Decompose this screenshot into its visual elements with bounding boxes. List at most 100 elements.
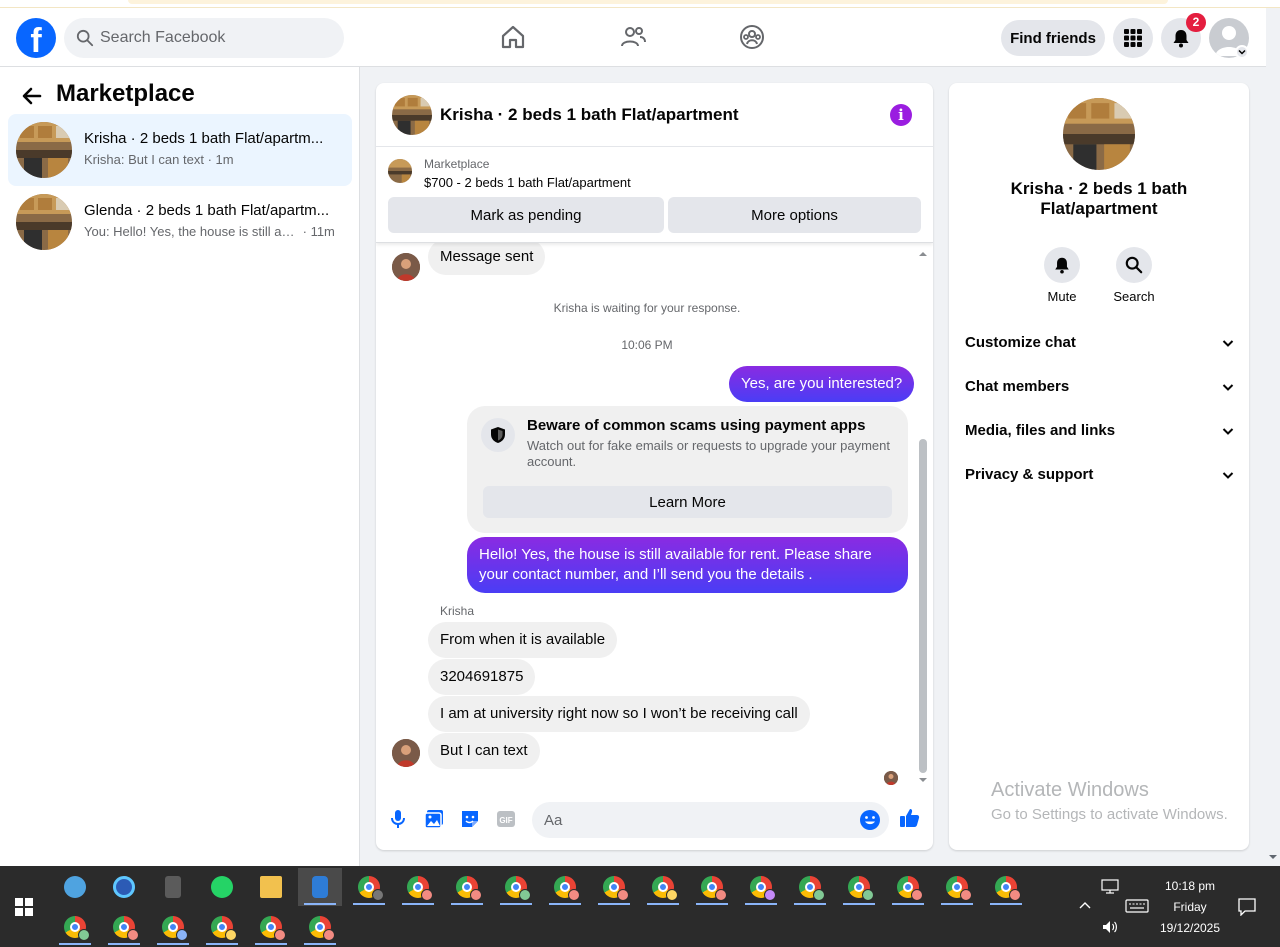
system-clock[interactable]: 10:18 pm Friday 19/12/2025 (1150, 876, 1230, 939)
chevron-up-icon[interactable] (1078, 900, 1092, 910)
taskbar-app-file-explorer[interactable] (249, 868, 293, 906)
taskbar-chrome-window[interactable] (249, 908, 293, 946)
scrollbar-thumb[interactable] (919, 439, 927, 773)
chrome-icon (750, 876, 776, 901)
taskbar-chrome-window[interactable] (200, 908, 244, 946)
scam-warning-body: Watch out for fake emails or requests to… (527, 438, 890, 469)
message-scrollbar[interactable] (917, 249, 929, 782)
search-in-chat-button[interactable]: Search (1099, 247, 1169, 304)
sticker-icon[interactable] (458, 807, 482, 831)
taskbar-app-chrome[interactable] (102, 868, 146, 906)
chrome-icon (652, 876, 678, 901)
photo-icon[interactable] (422, 807, 446, 831)
privacy-support-row[interactable]: Privacy & support (965, 464, 1235, 488)
app-circle-icon (113, 876, 135, 898)
listing-price-title[interactable]: $700 - 2 beds 1 bath Flat/apartment (424, 175, 631, 190)
network-icon[interactable] (1101, 879, 1119, 895)
waiting-notice: Krisha is waiting for your response. (553, 301, 741, 315)
taskbar-chrome-window[interactable] (543, 868, 587, 906)
chrome-icon (701, 876, 727, 901)
chevron-down-icon (1222, 472, 1234, 479)
search-facebook-box[interactable] (64, 18, 344, 58)
conversation-item-krisha[interactable]: Krisha · 2 beds 1 bath Flat/apartm... Kr… (8, 114, 352, 186)
taskbar-chrome-window[interactable] (788, 868, 832, 906)
search-input[interactable] (100, 18, 330, 58)
taskbar-chrome-window[interactable] (739, 868, 783, 906)
taskbar-chrome-window[interactable] (298, 908, 342, 946)
friends-icon[interactable] (619, 23, 647, 51)
page-title: Marketplace (56, 80, 195, 107)
emoji-icon[interactable] (859, 809, 881, 831)
taskbar-chrome-window[interactable] (886, 868, 930, 906)
chat-members-row[interactable]: Chat members (965, 376, 1235, 400)
taskbar-chrome-window[interactable] (690, 868, 734, 906)
microphone-icon[interactable] (386, 807, 410, 831)
media-files-links-row[interactable]: Media, files and links (965, 420, 1235, 444)
incoming-message: 3204691875 (428, 659, 536, 695)
taskbar-chrome-window[interactable] (641, 868, 685, 906)
back-arrow-icon[interactable] (20, 84, 44, 108)
read-receipt-avatar (884, 771, 898, 785)
taskbar-chrome-window[interactable] (396, 868, 440, 906)
page-scrollbar[interactable] (1266, 8, 1280, 866)
chevron-down-icon (1222, 340, 1234, 347)
search-icon (76, 29, 94, 47)
taskbar-chrome-window[interactable] (935, 868, 979, 906)
keyboard-icon[interactable] (1125, 899, 1149, 913)
chrome-icon (309, 916, 335, 941)
more-options-button[interactable]: More options (668, 197, 921, 233)
account-chevron-icon[interactable] (1235, 45, 1249, 59)
message-composer: GIF (376, 790, 933, 850)
taskbar-chrome-window[interactable] (494, 868, 538, 906)
taskbar-chrome-window[interactable] (592, 868, 636, 906)
speaker-icon[interactable] (1101, 919, 1119, 935)
taskbar-app-calculator[interactable] (151, 868, 195, 906)
menu-button[interactable] (1113, 18, 1153, 58)
notification-badge: 2 (1186, 13, 1206, 32)
taskbar-chrome-window[interactable] (102, 908, 146, 946)
chrome-icon (995, 876, 1021, 901)
mute-label: Mute (1047, 289, 1077, 304)
mark-as-pending-button[interactable]: Mark as pending (388, 197, 664, 233)
chrome-icon (505, 876, 531, 901)
taskbar-chrome-window[interactable] (445, 868, 489, 906)
learn-more-button[interactable]: Learn More (483, 486, 892, 518)
info-icon[interactable]: i (890, 104, 912, 126)
find-friends-button[interactable]: Find friends (1001, 20, 1105, 56)
chat-listing-thumbnail[interactable] (392, 95, 432, 135)
taskbar-chrome-window[interactable] (53, 908, 97, 946)
chrome-icon (64, 916, 90, 941)
chrome-icon (848, 876, 874, 901)
chat-panel: Krisha · 2 beds 1 bath Flat/apartment i … (376, 83, 933, 850)
taskbar-chrome-window[interactable] (837, 868, 881, 906)
gif-icon[interactable]: GIF (494, 807, 518, 831)
chrome-icon (897, 876, 923, 901)
taskbar-app-cortana[interactable] (53, 868, 97, 906)
taskbar-app-whatsapp[interactable] (200, 868, 244, 906)
chevron-down-icon (1222, 428, 1234, 435)
mute-button[interactable]: Mute (1027, 247, 1097, 304)
conversation-item-glenda[interactable]: Glenda · 2 beds 1 bath Flat/apartm... Yo… (8, 186, 352, 258)
like-thumb-icon[interactable] (898, 806, 922, 830)
customize-chat-row[interactable]: Customize chat (965, 332, 1235, 356)
chat-title[interactable]: Krisha · 2 beds 1 bath Flat/apartment (440, 105, 739, 125)
message-input[interactable] (544, 802, 844, 838)
section-label: Privacy & support (965, 466, 1094, 483)
action-center-icon[interactable] (1238, 898, 1256, 916)
details-title: Krisha · 2 beds 1 bath Flat/apartment (1010, 179, 1188, 218)
taskbar-chrome-window[interactable] (151, 908, 195, 946)
bell-icon (1055, 257, 1069, 274)
windows-start-icon[interactable] (15, 898, 33, 916)
taskbar-chrome-window[interactable] (984, 868, 1028, 906)
message-input-box[interactable] (532, 802, 889, 838)
details-listing-image[interactable] (1063, 98, 1135, 170)
message-timestamp: 10:06 PM (621, 338, 673, 352)
groups-icon[interactable] (738, 23, 766, 51)
taskbar-app-snipping[interactable] (298, 868, 342, 906)
taskbar-chrome-window[interactable] (347, 868, 391, 906)
listing-thumbnail (16, 122, 72, 178)
home-icon[interactable] (499, 23, 527, 51)
listing-thumbnail (16, 194, 72, 250)
facebook-logo-icon[interactable]: f (16, 18, 56, 58)
chrome-icon (407, 876, 433, 901)
